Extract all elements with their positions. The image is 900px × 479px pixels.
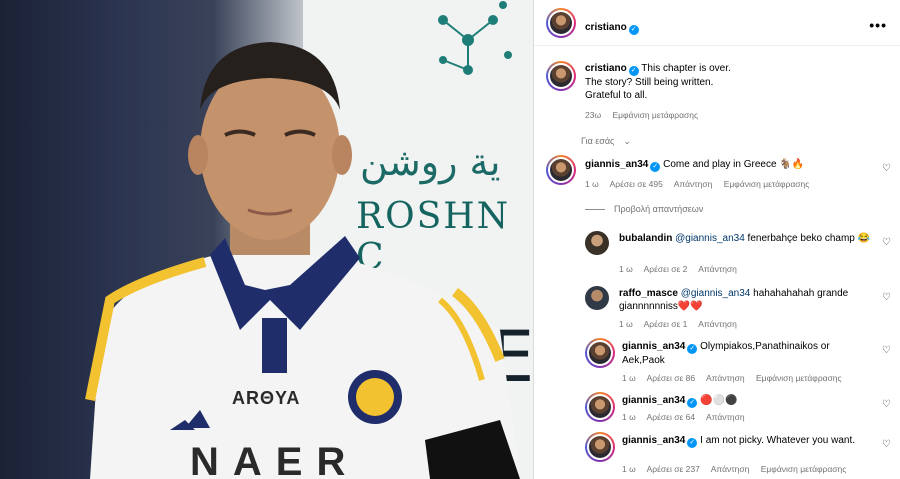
post-photo: ية روشن ROSHN C E ARΘYA NAER	[0, 0, 533, 479]
reply-meta: 1 ω Αρέσει σε 237 Απάντηση Εμφάνιση μετά…	[622, 464, 855, 474]
for-you-filter[interactable]: Για εσάς ⌄	[581, 136, 640, 147]
view-replies-label: Προβολή απαντήσεων	[614, 204, 704, 214]
post-header: cristiano ✓ •••	[534, 0, 900, 46]
avatar[interactable]	[585, 392, 615, 422]
reply-button[interactable]: Απάντηση	[706, 373, 745, 383]
reply-text: giannis_an34 ✓ 🔴⚪⚫	[622, 394, 738, 408]
username[interactable]: giannis_an34	[622, 341, 685, 352]
username[interactable]: giannis_an34	[622, 435, 685, 446]
verified-badge-icon: ✓	[650, 162, 661, 172]
translate-link[interactable]: Εμφάνιση μετάφρασης	[756, 373, 842, 383]
reply-button[interactable]: Απάντηση	[711, 464, 750, 474]
caption-line: This chapter is over.	[641, 63, 731, 74]
timestamp[interactable]: 1 ω	[585, 179, 599, 189]
comment-meta: 1 ω Αρέσει σε 495 Απάντηση Εμφάνιση μετά…	[585, 179, 818, 189]
translate-link[interactable]: Εμφάνιση μετάφρασης	[761, 464, 847, 474]
caption-line: Grateful to all.	[585, 90, 648, 101]
timestamp[interactable]: 1 ω	[622, 464, 636, 474]
verified-badge-icon: ✓	[687, 344, 698, 354]
heart-icon[interactable]: ♡	[882, 345, 891, 356]
reply-button[interactable]: Απάντηση	[698, 264, 737, 274]
post-header-user: cristiano ✓	[585, 17, 639, 35]
avatar[interactable]	[546, 8, 576, 38]
chevron-down-icon: ⌄	[623, 136, 631, 146]
jersey-brand-text: ARΘYA	[232, 388, 301, 408]
reply-text: raffo_masce @giannis_an34 hahahahahah gr…	[619, 287, 859, 313]
view-replies[interactable]: Προβολή απαντήσεων	[585, 204, 712, 214]
reply-button[interactable]: Απάντηση	[706, 412, 745, 422]
translate-link[interactable]: Εμφάνιση μετάφρασης	[724, 179, 810, 189]
reply-meta: 1 ω Αρέσει σε 2 Απάντηση	[619, 264, 746, 274]
for-you-label: Για εσάς	[581, 136, 615, 146]
reply-button[interactable]: Απάντηση	[674, 179, 713, 189]
more-dots-icon[interactable]: •••	[869, 17, 887, 33]
verified-badge-icon: ✓	[628, 25, 639, 35]
timestamp[interactable]: 23ω	[585, 110, 601, 120]
avatar[interactable]	[546, 61, 576, 91]
likes-count[interactable]: Αρέσει σε 64	[647, 412, 695, 422]
divider	[585, 209, 605, 211]
comments-panel: cristiano ✓ ••• cristiano ✓ This chapter i…	[533, 0, 900, 479]
avatar[interactable]	[546, 155, 576, 185]
heart-icon[interactable]: ♡	[882, 163, 891, 174]
likes-count[interactable]: Αρέσει σε 237	[647, 464, 700, 474]
username[interactable]: bubalandin	[619, 233, 672, 244]
avatar[interactable]	[585, 231, 609, 255]
likes-count[interactable]: Αρέσει σε 495	[610, 179, 663, 189]
username[interactable]: raffo_masce	[619, 288, 678, 299]
reply-meta: 1 ω Αρέσει σε 64 Απάντηση	[622, 412, 754, 422]
mention-link[interactable]: @giannis_an34	[681, 288, 751, 299]
reply-meta: 1 ω Αρέσει σε 1 Απάντηση	[619, 319, 746, 329]
reply-text: giannis_an34 ✓ Olympiakos,Panathinaikos o…	[622, 340, 872, 367]
username[interactable]: giannis_an34	[622, 395, 685, 406]
caption-meta: 23ω Εμφάνιση μετάφρασης	[585, 110, 707, 120]
heart-icon[interactable]: ♡	[882, 439, 891, 450]
timestamp[interactable]: 1 ω	[622, 412, 636, 422]
avatar[interactable]	[585, 286, 609, 310]
timestamp[interactable]: 1 ω	[622, 373, 636, 383]
caption-text: cristiano ✓ This chapter is over. The sto…	[585, 62, 885, 102]
likes-count[interactable]: Αρέσει σε 86	[647, 373, 695, 383]
reply-meta: 1 ω Αρέσει σε 86 Απάντηση Εμφάνιση μετάφ…	[622, 373, 851, 383]
verified-badge-icon: ✓	[687, 398, 698, 408]
heart-icon[interactable]: ♡	[882, 237, 891, 248]
username[interactable]: cristiano	[585, 22, 627, 33]
reply-body: 🔴⚪⚫	[700, 395, 738, 406]
jersey-sponsor-word: NAER	[190, 440, 360, 479]
avatar[interactable]	[585, 338, 615, 368]
verified-badge-icon: ✓	[687, 438, 698, 448]
likes-count[interactable]: Αρέσει σε 1	[644, 319, 688, 329]
caption-line: The story? Still being written.	[585, 77, 714, 88]
comment-body: Come and play in Greece 🐐🔥	[663, 159, 805, 170]
reply-body: fenerbahçe beko champ 😂	[744, 233, 871, 244]
avatar[interactable]	[585, 432, 615, 462]
reply-body: I am not picky. Whatever you want.	[700, 435, 856, 446]
reply-text: bubalandin @giannis_an34 fenerbahçe beko…	[619, 232, 889, 245]
timestamp[interactable]: 1 ω	[619, 319, 633, 329]
translate-link[interactable]: Εμφάνιση μετάφρασης	[612, 110, 698, 120]
heart-icon[interactable]: ♡	[882, 292, 891, 303]
comment-text: giannis_an34 ✓ Come and play in Greece 🐐🔥	[585, 158, 804, 172]
reply-button[interactable]: Απάντηση	[698, 319, 737, 329]
heart-icon[interactable]: ♡	[882, 399, 891, 410]
likes-count[interactable]: Αρέσει σε 2	[644, 264, 688, 274]
reply-text: giannis_an34 ✓ I am not picky. Whatever y…	[622, 434, 872, 448]
timestamp[interactable]: 1 ω	[619, 264, 633, 274]
username[interactable]: giannis_an34	[585, 159, 648, 170]
mention-link[interactable]: @giannis_an34	[675, 233, 745, 244]
username[interactable]: cristiano	[585, 63, 627, 74]
verified-badge-icon: ✓	[628, 66, 639, 76]
